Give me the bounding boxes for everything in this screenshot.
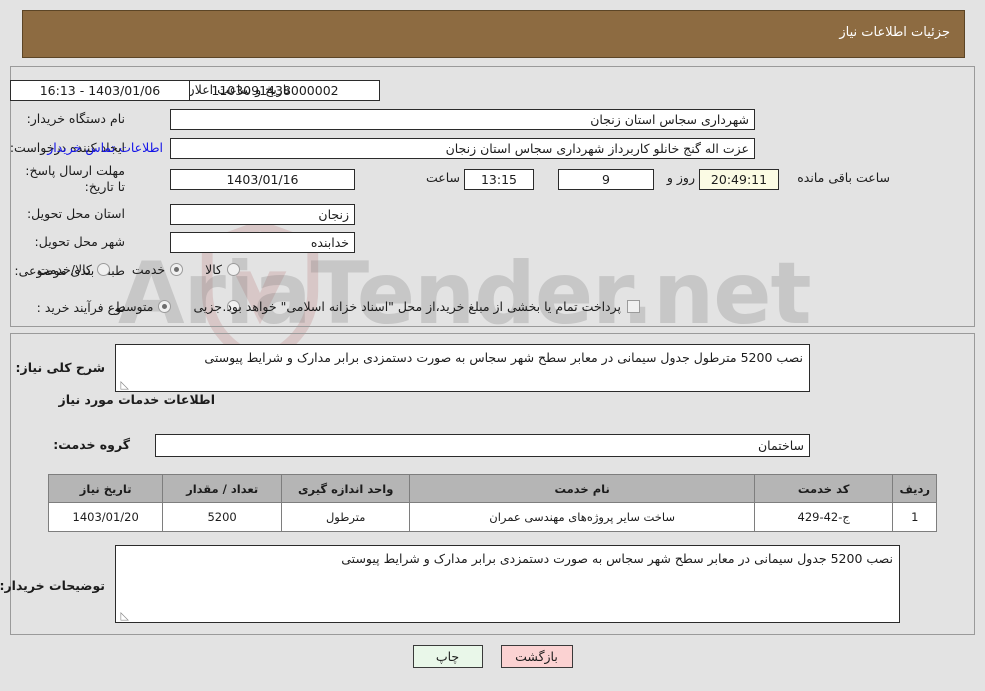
need-summary-panel: [10, 66, 975, 327]
province-row: استان محل تحویل:: [27, 206, 125, 221]
print-button[interactable]: چاپ: [412, 645, 483, 668]
treasury-checkbox-icon[interactable]: [627, 300, 640, 313]
buyer-notes-label: توضیحات خریدار:: [0, 578, 105, 593]
remaining-suffix-label: ساعت باقی مانده: [797, 170, 890, 185]
service-group-label-wrap: گروه خدمت:: [53, 437, 130, 452]
service-group-value[interactable]: ساختمان: [155, 434, 810, 457]
buyer-notes-value: نصب 5200 جدول سیمانی در معابر سطح شهر سج…: [341, 551, 893, 566]
table-header-unit: واحد اندازه گیری: [280, 474, 411, 503]
overview-textarea[interactable]: نصب 5200 مترطول جدول سیمانی در معابر سطح…: [115, 344, 810, 392]
table-cell-unit: مترطول: [280, 502, 411, 532]
buyer-org-field-wrap: شهرداری سجاس استان زنجان: [170, 109, 755, 130]
page-root: AriaTender.net جزئیات اطلاعات نیاز شماره…: [0, 0, 985, 691]
services-table: ردیف کد خدمت نام خدمت واحد اندازه گیری ت…: [47, 474, 937, 532]
category-radio-label-2: کالا/خدمت: [37, 262, 92, 277]
deadline-label: مهلت ارسال پاسخ: تا تاریخ:: [25, 163, 125, 194]
days-and-label: روز و: [666, 170, 695, 185]
table-header-row: ردیف کد خدمت نام خدمت واحد اندازه گیری ت…: [47, 474, 937, 503]
category-option-2[interactable]: کالا/خدمت: [37, 262, 110, 277]
remaining-time-value[interactable]: 20:49:11: [699, 169, 779, 190]
table-cell-date: 1403/01/20: [47, 502, 164, 532]
category-radio-icon-0[interactable]: [227, 263, 240, 276]
process-radio-icon-1[interactable]: [158, 300, 172, 313]
remaining-days-wrap: 9: [558, 169, 654, 190]
city-label: شهر محل تحویل:: [34, 234, 125, 249]
buyer-org-value[interactable]: شهرداری سجاس استان زنجان: [170, 109, 755, 130]
process-radio-label-1: متوسط: [114, 299, 154, 314]
buyer-notes-label-wrap: توضیحات خریدار:: [0, 578, 105, 593]
remaining-time-wrap: 20:49:11: [699, 169, 779, 190]
overview-value: نصب 5200 مترطول جدول سیمانی در معابر سطح…: [204, 350, 803, 365]
city-field-wrap: خدابنده: [170, 232, 355, 253]
resize-grip-icon-2[interactable]: ◺: [119, 610, 129, 621]
category-radio-icon-2[interactable]: [96, 263, 110, 276]
buyer-org-label: نام دستگاه خریدار:: [26, 111, 125, 126]
service-group-label: گروه خدمت:: [53, 437, 130, 452]
process-radio-group[interactable]: جزیی متوسط: [92, 299, 240, 314]
deadline-label-wrap: مهلت ارسال پاسخ: تا تاریخ:: [25, 163, 125, 195]
process-option-1[interactable]: متوسط: [114, 299, 172, 314]
service-group-field-wrap: ساختمان: [155, 434, 810, 457]
process-radio-label-0: جزیی: [193, 299, 222, 314]
contact-link-wrap: اطلاعات تماس خریدار: [47, 140, 163, 155]
province-value[interactable]: زنجان: [170, 204, 355, 225]
table-cell-code: ج-42-429: [753, 502, 894, 532]
creator-field-wrap: عزت اله گنج خانلو کاربرداز شهرداری سجاس …: [170, 138, 755, 159]
remaining-suffix-wrap: ساعت باقی مانده: [797, 170, 890, 185]
category-radio-label-1: خدمت: [131, 262, 166, 277]
treasury-checkbox-label: پرداخت تمام یا بخشی از مبلغ خرید،از محل …: [222, 299, 621, 314]
deadline-hour-wrap: 13:15: [464, 169, 534, 190]
buyer-org-row: نام دستگاه خریدار:: [27, 111, 125, 126]
deadline-date-value[interactable]: 1403/01/16: [170, 169, 355, 190]
table-cell-qty: 5200: [162, 502, 282, 532]
remaining-days-value[interactable]: 9: [558, 169, 654, 190]
deadline-hour-label: ساعت: [425, 170, 460, 185]
city-row: شهر محل تحویل:: [35, 234, 125, 249]
deadline-hour-label-wrap: ساعت: [426, 170, 460, 185]
services-section-title: اطلاعات خدمات مورد نیاز: [58, 392, 216, 407]
deadline-date-wrap: 1403/01/16: [170, 169, 355, 190]
table-header-code: کد خدمت: [753, 474, 894, 503]
resize-grip-icon[interactable]: ◺: [119, 379, 129, 390]
table-header-qty: تعداد / مقدار: [162, 474, 282, 503]
city-value[interactable]: خدابنده: [170, 232, 355, 253]
category-radio-group[interactable]: کالا خدمت کالا/خدمت: [15, 262, 240, 277]
table-header-radif: ردیف: [892, 474, 937, 503]
table-header-date: تاریخ نیاز: [47, 474, 164, 503]
province-label: استان محل تحویل:: [26, 206, 125, 221]
table-cell-radif: 1: [892, 502, 937, 532]
page-header: جزئیات اطلاعات نیاز: [22, 10, 965, 58]
province-field-wrap: زنجان: [170, 204, 355, 225]
buyer-contact-link[interactable]: اطلاعات تماس خریدار: [47, 140, 163, 155]
category-radio-label-0: کالا: [205, 262, 222, 277]
table-row: 1 ج-42-429 ساخت سایر پروژه‌های مهندسی عمرا…: [47, 502, 937, 532]
category-option-0[interactable]: کالا: [205, 262, 240, 277]
days-and-label-wrap: روز و: [667, 170, 695, 185]
buyer-notes-textarea[interactable]: نصب 5200 جدول سیمانی در معابر سطح شهر سج…: [115, 545, 900, 623]
announce-field-wrap: 1403/01/06 - 16:13: [10, 80, 190, 101]
action-button-bar: بازگشت چاپ: [0, 645, 985, 668]
deadline-hour-value[interactable]: 13:15: [464, 169, 534, 190]
creator-value[interactable]: عزت اله گنج خانلو کاربرداز شهرداری سجاس …: [170, 138, 755, 159]
page-title: جزئیات اطلاعات نیاز: [839, 25, 950, 40]
overview-label: شرح کلی نیاز:: [15, 360, 105, 375]
table-header-name: نام خدمت: [409, 474, 755, 503]
category-radio-icon-1[interactable]: [170, 263, 184, 276]
announce-datetime-value[interactable]: 1403/01/06 - 16:13: [10, 80, 190, 101]
back-button[interactable]: بازگشت: [500, 645, 573, 668]
category-option-1[interactable]: خدمت: [131, 262, 184, 277]
table-cell-name: ساخت سایر پروژه‌های مهندسی عمران: [409, 502, 755, 532]
overview-label-wrap: شرح کلی نیاز:: [16, 360, 105, 375]
treasury-checkbox-row[interactable]: پرداخت تمام یا بخشی از مبلغ خرید،از محل …: [222, 299, 640, 314]
